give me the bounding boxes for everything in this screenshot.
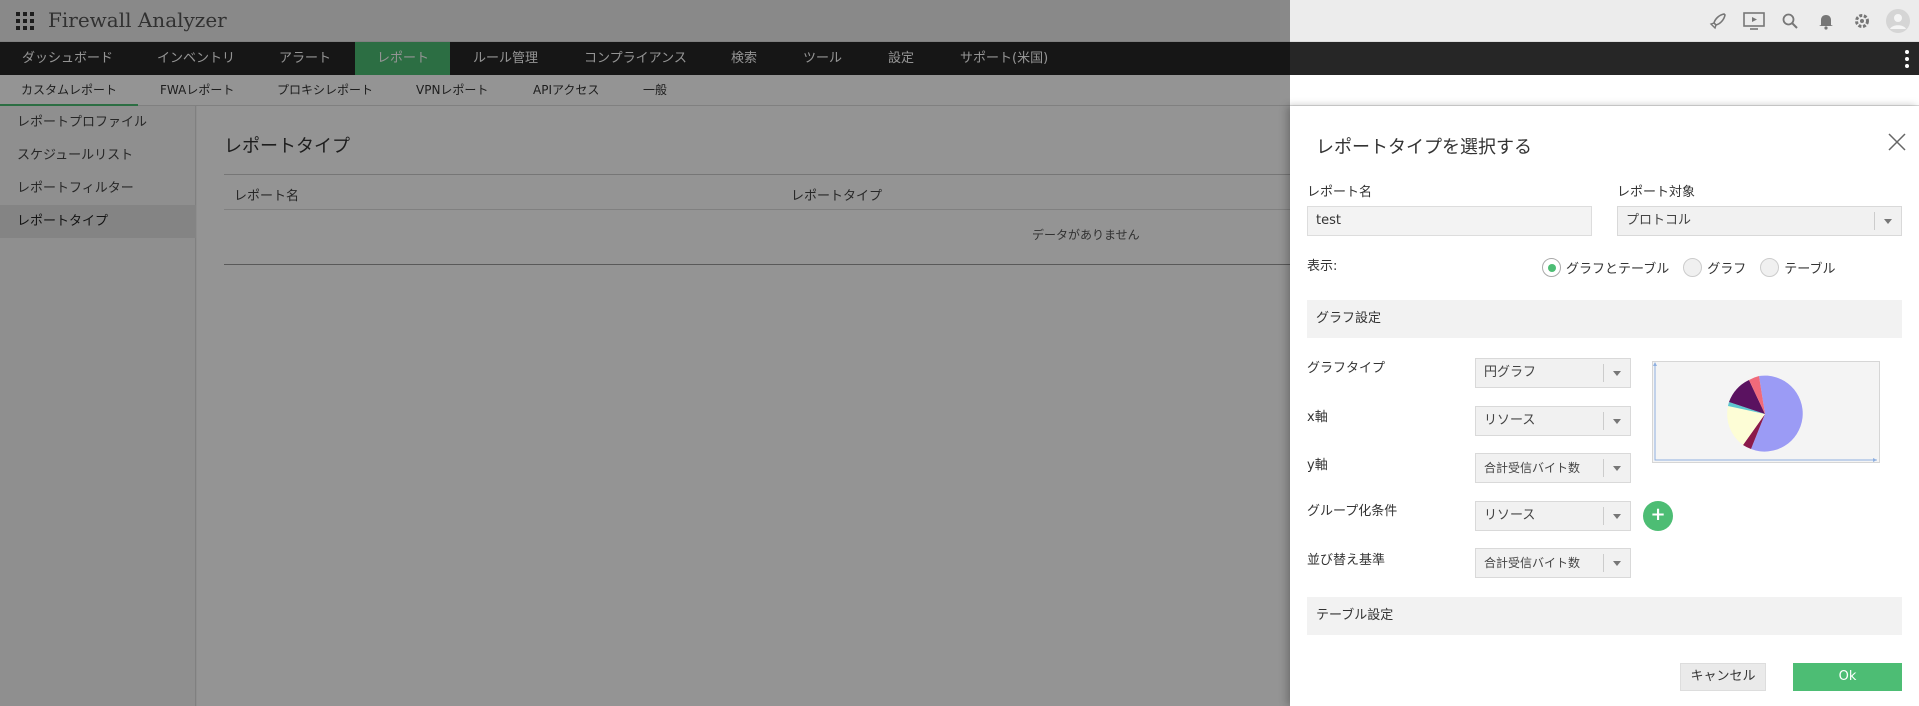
group-by-value: リソース [1484, 508, 1536, 523]
ok-button[interactable]: Ok [1793, 663, 1902, 691]
group-by-label: グループ化条件 [1307, 504, 1398, 519]
chevron-down-icon [1613, 371, 1621, 376]
sort-by-select[interactable]: 合計受信バイト数 [1475, 548, 1631, 578]
table-settings-section: テーブル設定 [1307, 597, 1902, 635]
y-axis-value: 合計受信バイト数 [1484, 461, 1581, 475]
radio-unselected-icon [1760, 258, 1780, 277]
radio-selected-icon [1542, 258, 1561, 277]
user-avatar-icon[interactable] [1885, 8, 1911, 34]
graph-type-value: 円グラフ [1484, 365, 1537, 380]
sort-by-value: 合計受信バイト数 [1484, 556, 1581, 570]
modal-backdrop[interactable] [0, 106, 1290, 706]
sort-by-label: 並び替え基準 [1307, 553, 1386, 568]
modal-backdrop-top[interactable] [0, 0, 1290, 106]
screen-play-icon[interactable] [1741, 8, 1767, 34]
y-axis-label: y軸 [1307, 458, 1328, 473]
report-name-label: レポート名 [1307, 185, 1373, 200]
pie-chart-preview [1653, 362, 1877, 462]
radio-unselected-icon [1683, 258, 1703, 277]
header-icon-group [1695, 8, 1911, 34]
chevron-down-icon [1884, 219, 1892, 224]
y-axis-select[interactable]: 合計受信バイト数 [1475, 453, 1631, 483]
close-icon[interactable] [1887, 132, 1907, 152]
report-target-label: レポート対象 [1617, 185, 1696, 200]
radio-table[interactable]: テーブル [1760, 258, 1843, 277]
report-target-value: プロトコル [1626, 213, 1692, 228]
graph-settings-section: グラフ設定 [1307, 300, 1902, 338]
display-label: 表示: [1307, 259, 1338, 274]
cancel-button[interactable]: キャンセル [1680, 663, 1766, 691]
x-axis-value: リソース [1484, 413, 1536, 428]
group-by-select[interactable]: リソース [1475, 501, 1631, 531]
x-axis-select[interactable]: リソース [1475, 406, 1631, 436]
rocket-icon[interactable] [1705, 8, 1731, 34]
panel-title: レポートタイプを選択する [1316, 137, 1532, 158]
more-menu-icon[interactable] [1905, 50, 1909, 68]
chevron-down-icon [1613, 561, 1621, 566]
add-group-button[interactable]: + [1643, 501, 1673, 531]
report-type-panel: レポートタイプを選択する レポート名 test レポート対象 プロトコル 表示:… [1290, 106, 1919, 706]
chevron-down-icon [1613, 466, 1621, 471]
gear-icon[interactable] [1849, 8, 1875, 34]
search-icon[interactable] [1777, 8, 1803, 34]
report-name-input[interactable]: test [1307, 206, 1592, 236]
radio-graph-and-table[interactable]: グラフとテーブル [1542, 258, 1677, 277]
graph-type-label: グラフタイプ [1307, 361, 1386, 376]
radio-graph[interactable]: グラフ [1683, 258, 1754, 277]
display-radio-group: グラフとテーブル グラフ テーブル [1542, 258, 1849, 277]
chevron-down-icon [1613, 419, 1621, 424]
bell-icon[interactable] [1813, 8, 1839, 34]
graph-preview [1652, 361, 1880, 463]
graph-type-select[interactable]: 円グラフ [1475, 358, 1631, 388]
x-axis-label: x軸 [1307, 410, 1328, 425]
report-target-select[interactable]: プロトコル [1617, 206, 1902, 236]
chevron-down-icon [1613, 514, 1621, 519]
